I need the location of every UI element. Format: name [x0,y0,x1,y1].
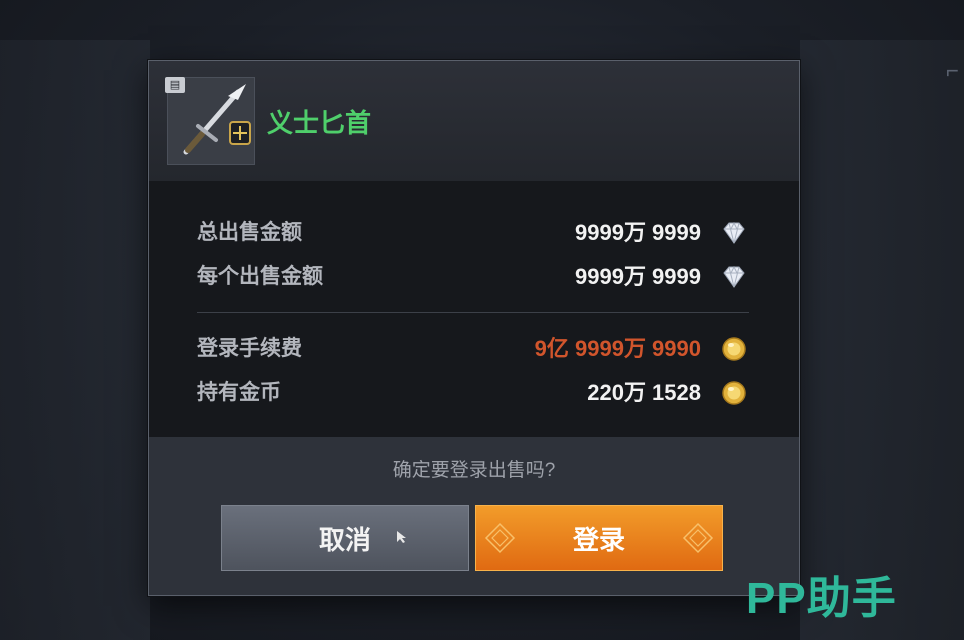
background-panel-right [800,40,964,640]
info-divider [197,312,749,313]
cancel-button-label: 取消 [318,524,371,555]
diamond-icon [723,265,745,288]
each-price-label: 每个出售金额 [197,265,323,288]
item-name: 义士匕首 [267,108,372,138]
background-panel-left [0,40,150,640]
total-price-row: 总出售金额 9999万 9999 [197,215,747,251]
gold-coin-icon [722,337,746,361]
cancel-button[interactable]: 取消 [221,505,469,571]
held-gold-row: 持有金币 220万 1528 [197,375,747,411]
ornament-right-icon [682,522,714,554]
item-header: ▤ 义士匕首 [149,61,799,181]
total-price-value: 9999万 9999 [575,220,701,245]
held-gold-value: 220万 1528 [587,380,701,405]
held-gold-label: 持有金币 [197,381,281,404]
book-icon: ▤ [165,77,185,93]
confirm-message: 确定要登录出售吗? [392,460,556,481]
login-button-label: 登录 [572,524,625,555]
ornament-left-icon [484,522,516,554]
login-button[interactable]: 登录 [475,505,723,571]
listing-fee-row: 登录手续费 9亿 9999万 9990 [197,331,747,367]
diamond-icon [723,221,745,244]
each-price-row: 每个出售金额 9999万 9999 [197,259,747,295]
listing-fee-label: 登录手续费 [197,337,302,360]
sell-confirm-dialog: ▤ 义士匕首 总出售金额 9999万 9999 每个出售金额 9999万 999… [148,60,800,596]
listing-fee-value: 9亿 9999万 9990 [534,336,701,361]
total-price-label: 总出售金额 [197,221,302,244]
gold-coin-icon [722,381,746,405]
price-info-panel: 总出售金额 9999万 9999 每个出售金额 9999万 9999 登录手续费… [149,181,799,437]
background-partial-glyph: ⌐ [946,58,959,83]
watermark: PP助手 [746,574,897,623]
each-price-value: 9999万 9999 [575,264,701,289]
cursor-icon [397,531,406,543]
